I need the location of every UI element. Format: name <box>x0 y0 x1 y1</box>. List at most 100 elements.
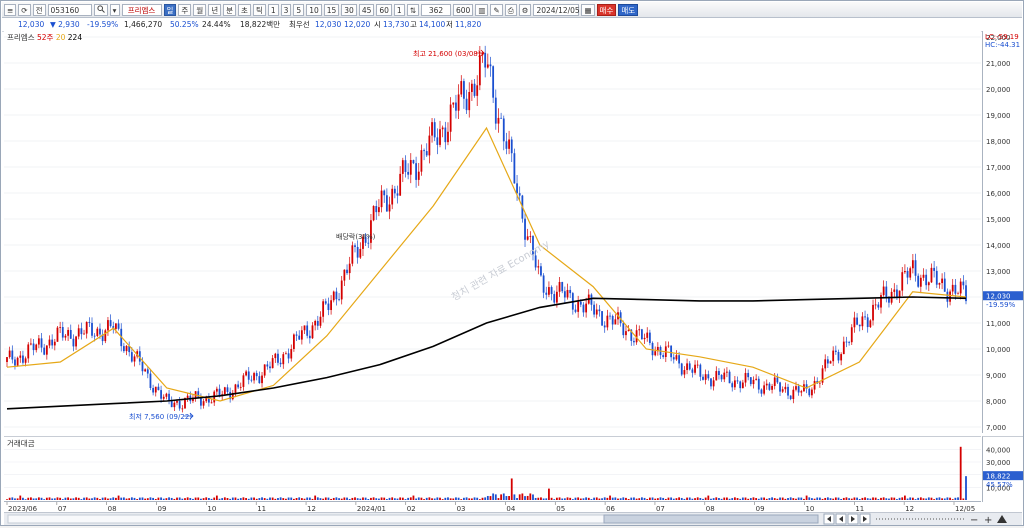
spin-icon[interactable]: ⇅ <box>406 3 419 16</box>
volume-bar <box>473 497 476 500</box>
period-month[interactable]: 월 <box>193 3 207 16</box>
volume-bar <box>80 499 83 500</box>
volume-bar <box>824 497 827 500</box>
volume-bar <box>16 498 19 500</box>
zoom-out-icon[interactable]: − <box>970 515 978 526</box>
interval-60[interactable]: 60 <box>376 3 392 16</box>
candle-body <box>866 317 869 328</box>
volume-bar <box>27 497 30 500</box>
calendar-icon[interactable]: ▦ <box>581 3 595 16</box>
candle-body <box>566 289 569 298</box>
volume-bar <box>67 497 69 500</box>
candle-body <box>853 317 856 328</box>
count-input[interactable]: 362 <box>421 3 451 16</box>
candle-body <box>35 344 38 351</box>
candle-body <box>152 387 155 393</box>
candle-body <box>311 325 314 339</box>
buy-button[interactable]: 매수 <box>596 3 617 16</box>
dropdown-icon[interactable]: ▾ <box>109 3 120 16</box>
search-icon[interactable] <box>93 3 108 16</box>
candle-body <box>834 350 837 352</box>
candle-body <box>16 357 19 366</box>
candle-body <box>935 270 938 285</box>
volume-bar <box>266 498 269 500</box>
volume-bar <box>736 498 739 500</box>
sell-button[interactable]: 매도 <box>618 3 639 16</box>
candle-body <box>144 369 147 372</box>
volume-bar <box>178 497 181 500</box>
volume-bar <box>882 497 885 500</box>
chart-type-icon[interactable]: ▥ <box>475 3 489 16</box>
count-unit[interactable]: 1 <box>393 3 405 16</box>
last-icon[interactable] <box>859 513 871 525</box>
interval-5[interactable]: 5 <box>293 3 305 16</box>
interval-10[interactable]: 10 <box>306 3 322 16</box>
volume-bar <box>641 497 643 500</box>
tool-icon[interactable]: ✎ <box>490 3 503 16</box>
volume-bar <box>247 498 250 500</box>
candle-body <box>885 286 888 298</box>
scroll-thumb[interactable] <box>603 514 819 524</box>
market-select[interactable]: 전 <box>32 3 46 16</box>
interval-3[interactable]: 3 <box>280 3 292 16</box>
volume-bar <box>340 498 343 500</box>
candle-body <box>223 387 226 395</box>
prev-icon[interactable] <box>835 513 847 525</box>
period-day[interactable]: 일 <box>163 3 177 16</box>
interval-30[interactable]: 30 <box>341 3 357 16</box>
candle-body <box>675 355 678 360</box>
x-tick-label: 11 <box>257 505 266 512</box>
volume-bar <box>917 497 920 500</box>
date-input[interactable]: 2024/12/05 <box>533 3 580 16</box>
candle-body <box>548 287 550 295</box>
period-tick[interactable]: 틱 <box>252 3 266 16</box>
volume-bar <box>959 446 962 500</box>
volume-bar <box>869 498 872 500</box>
volume-bar <box>370 497 372 500</box>
volume-bar <box>667 497 670 500</box>
volume-bar <box>61 499 64 500</box>
interval-45[interactable]: 45 <box>358 3 375 16</box>
ma20-line <box>6 126 967 402</box>
arrow-icon[interactable] <box>997 515 1007 523</box>
candle-body <box>428 135 431 156</box>
candle-body <box>760 389 763 394</box>
interval-1[interactable]: 1 <box>267 3 279 16</box>
volume-bar <box>165 498 168 500</box>
volume-bar <box>579 498 582 500</box>
volume-bar <box>173 498 176 500</box>
period-week[interactable]: 주 <box>178 3 192 16</box>
volume-bar <box>327 497 330 500</box>
candle-body <box>226 387 229 392</box>
stock-code-input[interactable]: 053160 <box>47 3 92 16</box>
volume-bar <box>492 493 495 500</box>
volume-bar <box>609 495 611 500</box>
chart-scrollbar[interactable]: − + <box>4 512 1022 526</box>
period-second[interactable]: 초 <box>238 3 251 16</box>
candle-body <box>300 330 303 340</box>
interval-15[interactable]: 15 <box>323 3 340 16</box>
candle-body <box>707 374 710 379</box>
volume-bar <box>261 497 263 500</box>
volume-bar <box>75 497 77 500</box>
refresh-button[interactable]: ⟳ <box>18 3 31 16</box>
candle-body <box>59 327 62 328</box>
candle-body <box>529 236 532 237</box>
first-icon[interactable] <box>823 513 835 525</box>
volume-bar <box>162 498 165 500</box>
period-year[interactable]: 년 <box>208 3 222 16</box>
candle-body <box>757 378 760 390</box>
price-chart-area[interactable]: 최고 21,600 (03/08) 최저 7,560 (09/22) 배당락(3Ⅱ%… <box>4 31 981 433</box>
zoom-in-icon[interactable]: + <box>984 515 992 526</box>
print-icon[interactable]: ⎙ <box>504 3 517 16</box>
menu-button[interactable]: ≡ <box>4 3 17 16</box>
candle-body <box>117 323 120 329</box>
candle-body <box>906 271 909 278</box>
period-minute[interactable]: 분 <box>223 3 237 16</box>
settings-icon[interactable]: ⚙ <box>518 3 532 16</box>
volume-chart-area[interactable] <box>4 436 981 502</box>
volume-bar <box>834 497 837 500</box>
next-icon[interactable] <box>847 513 859 525</box>
price-chart-svg: 최고 21,600 (03/08) 최저 7,560 (09/22) 배당락(3Ⅱ%… <box>4 36 981 428</box>
volume-bar <box>680 497 683 500</box>
